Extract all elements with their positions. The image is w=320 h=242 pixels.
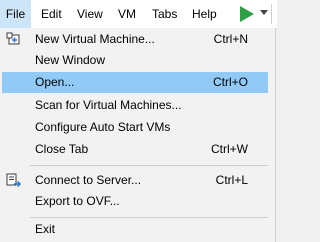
menu-file[interactable]: File — [0, 0, 31, 28]
new-vm-icon — [6, 32, 20, 45]
menu-item-open[interactable]: Open... Ctrl+O — [2, 72, 268, 93]
menu-item-shortcut: Ctrl+W — [211, 142, 248, 156]
menu-item-new-virtual-machine[interactable]: New Virtual Machine... Ctrl+N — [2, 29, 268, 50]
menu-item-export-to-ovf[interactable]: Export to OVF... — [2, 191, 268, 212]
menu-item-label: Close Tab — [35, 142, 89, 156]
menu-item-label: Exit — [35, 222, 56, 236]
connect-server-icon — [6, 173, 21, 187]
menu-item-label: New Virtual Machine... — [35, 32, 155, 46]
menu-separator — [30, 217, 268, 218]
menu-item-configure-auto-start[interactable]: Configure Auto Start VMs — [2, 117, 268, 138]
menu-bar: File Edit View VM Tabs Help — [0, 0, 277, 29]
dropdown-caret-icon[interactable] — [260, 10, 268, 16]
play-icon[interactable] — [237, 5, 255, 23]
menu-view[interactable]: View — [77, 0, 103, 28]
menu-tabs[interactable]: Tabs — [152, 0, 177, 28]
menu-item-exit[interactable]: Exit — [2, 219, 268, 240]
menu-edit[interactable]: Edit — [41, 0, 62, 28]
menu-separator — [30, 165, 268, 166]
menu-item-shortcut: Ctrl+N — [213, 32, 248, 46]
menu-item-label: New Window — [35, 53, 106, 67]
menu-item-scan-for-virtual-machines[interactable]: Scan for Virtual Machines... — [2, 95, 268, 116]
menu-item-label: Export to OVF... — [35, 194, 120, 208]
menu-item-label: Configure Auto Start VMs — [35, 120, 171, 134]
menu-item-label: Scan for Virtual Machines... — [35, 98, 182, 112]
menu-vm[interactable]: VM — [118, 0, 136, 28]
menu-item-label: Connect to Server... — [35, 173, 142, 187]
menu-item-label: Open... — [35, 75, 75, 89]
toolbar-divider — [271, 4, 272, 24]
menu-item-new-window[interactable]: New Window — [2, 50, 268, 71]
file-menu-dropdown: New Virtual Machine... Ctrl+N New Window… — [0, 28, 276, 242]
menu-item-shortcut: Ctrl+L — [215, 173, 248, 187]
menu-item-connect-to-server[interactable]: Connect to Server... Ctrl+L — [2, 170, 268, 191]
menu-item-close-tab[interactable]: Close Tab Ctrl+W — [2, 139, 268, 160]
menu-item-shortcut: Ctrl+O — [212, 75, 248, 89]
menu-help[interactable]: Help — [192, 0, 217, 28]
